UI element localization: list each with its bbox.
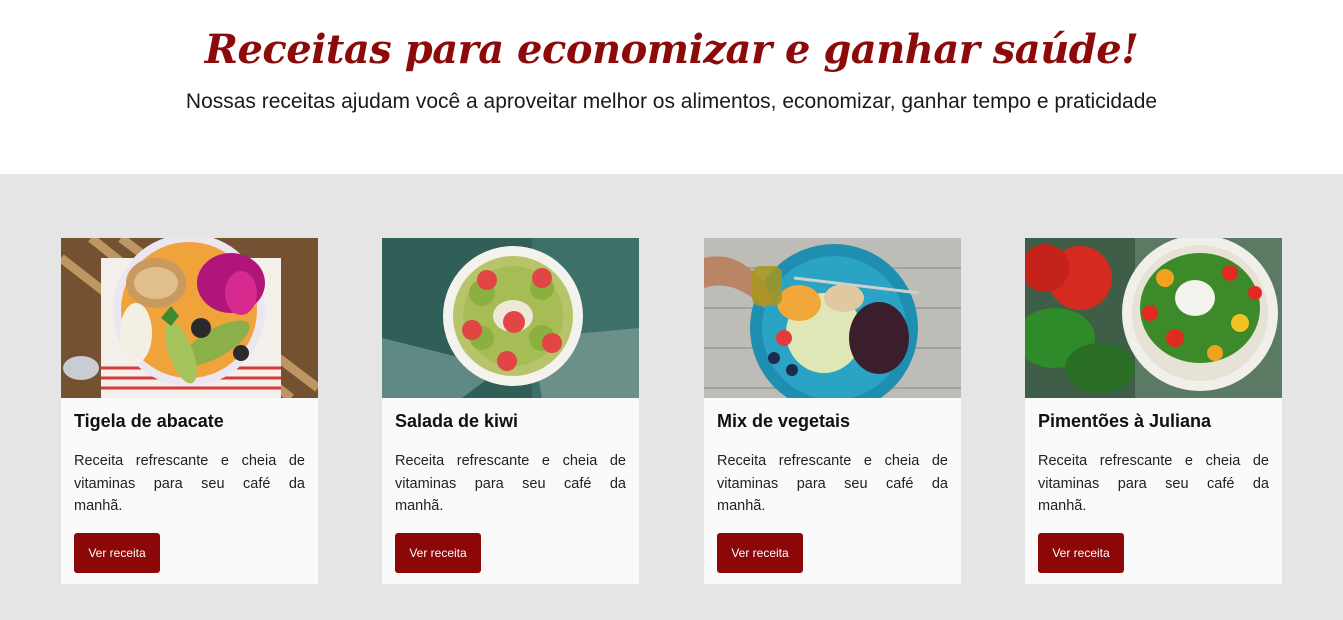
card-title: Tigela de abacate <box>74 411 224 431</box>
view-recipe-button[interactable]: Ver receita <box>717 532 803 573</box>
recipe-card: Salada de kiwi Receita refrescante e che… <box>382 238 639 584</box>
page-subtitle: Nossas receitas ajudam você a aproveitar… <box>185 90 1158 113</box>
card-description: Receita refrescante e cheia de vitaminas… <box>717 453 948 514</box>
page-title: Receitas para economizar e ganhar saúde! <box>204 26 1139 73</box>
recipe-card: Pimentões à Juliana Receita refrescante … <box>1025 238 1282 584</box>
pepper-salad-image <box>1025 238 1282 398</box>
card-title: Salada de kiwi <box>395 411 519 431</box>
recipe-card: Mix de vegetais Receita refrescante e ch… <box>704 238 961 584</box>
view-recipe-button[interactable]: Ver receita <box>1038 532 1124 573</box>
recipe-card: Tigela de abacate Receita refrescante e … <box>61 238 318 584</box>
card-title: Pimentões à Juliana <box>1038 411 1212 431</box>
card-description: Receita refrescante e cheia de vitaminas… <box>395 453 626 514</box>
card-title: Mix de vegetais <box>717 411 851 431</box>
view-recipe-button[interactable]: Ver receita <box>74 532 160 573</box>
recipes-section: Tigela de abacate Receita refrescante e … <box>0 174 1343 620</box>
view-recipe-button[interactable]: Ver receita <box>395 532 481 573</box>
vegetable-plate-image <box>704 238 961 398</box>
kiwi-bowl-image <box>382 238 639 398</box>
avocado-bowl-image <box>61 238 318 398</box>
hero-header: Receitas para economizar e ganhar saúde!… <box>0 0 1343 174</box>
card-description: Receita refrescante e cheia de vitaminas… <box>74 453 305 514</box>
card-description: Receita refrescante e cheia de vitaminas… <box>1038 453 1269 514</box>
